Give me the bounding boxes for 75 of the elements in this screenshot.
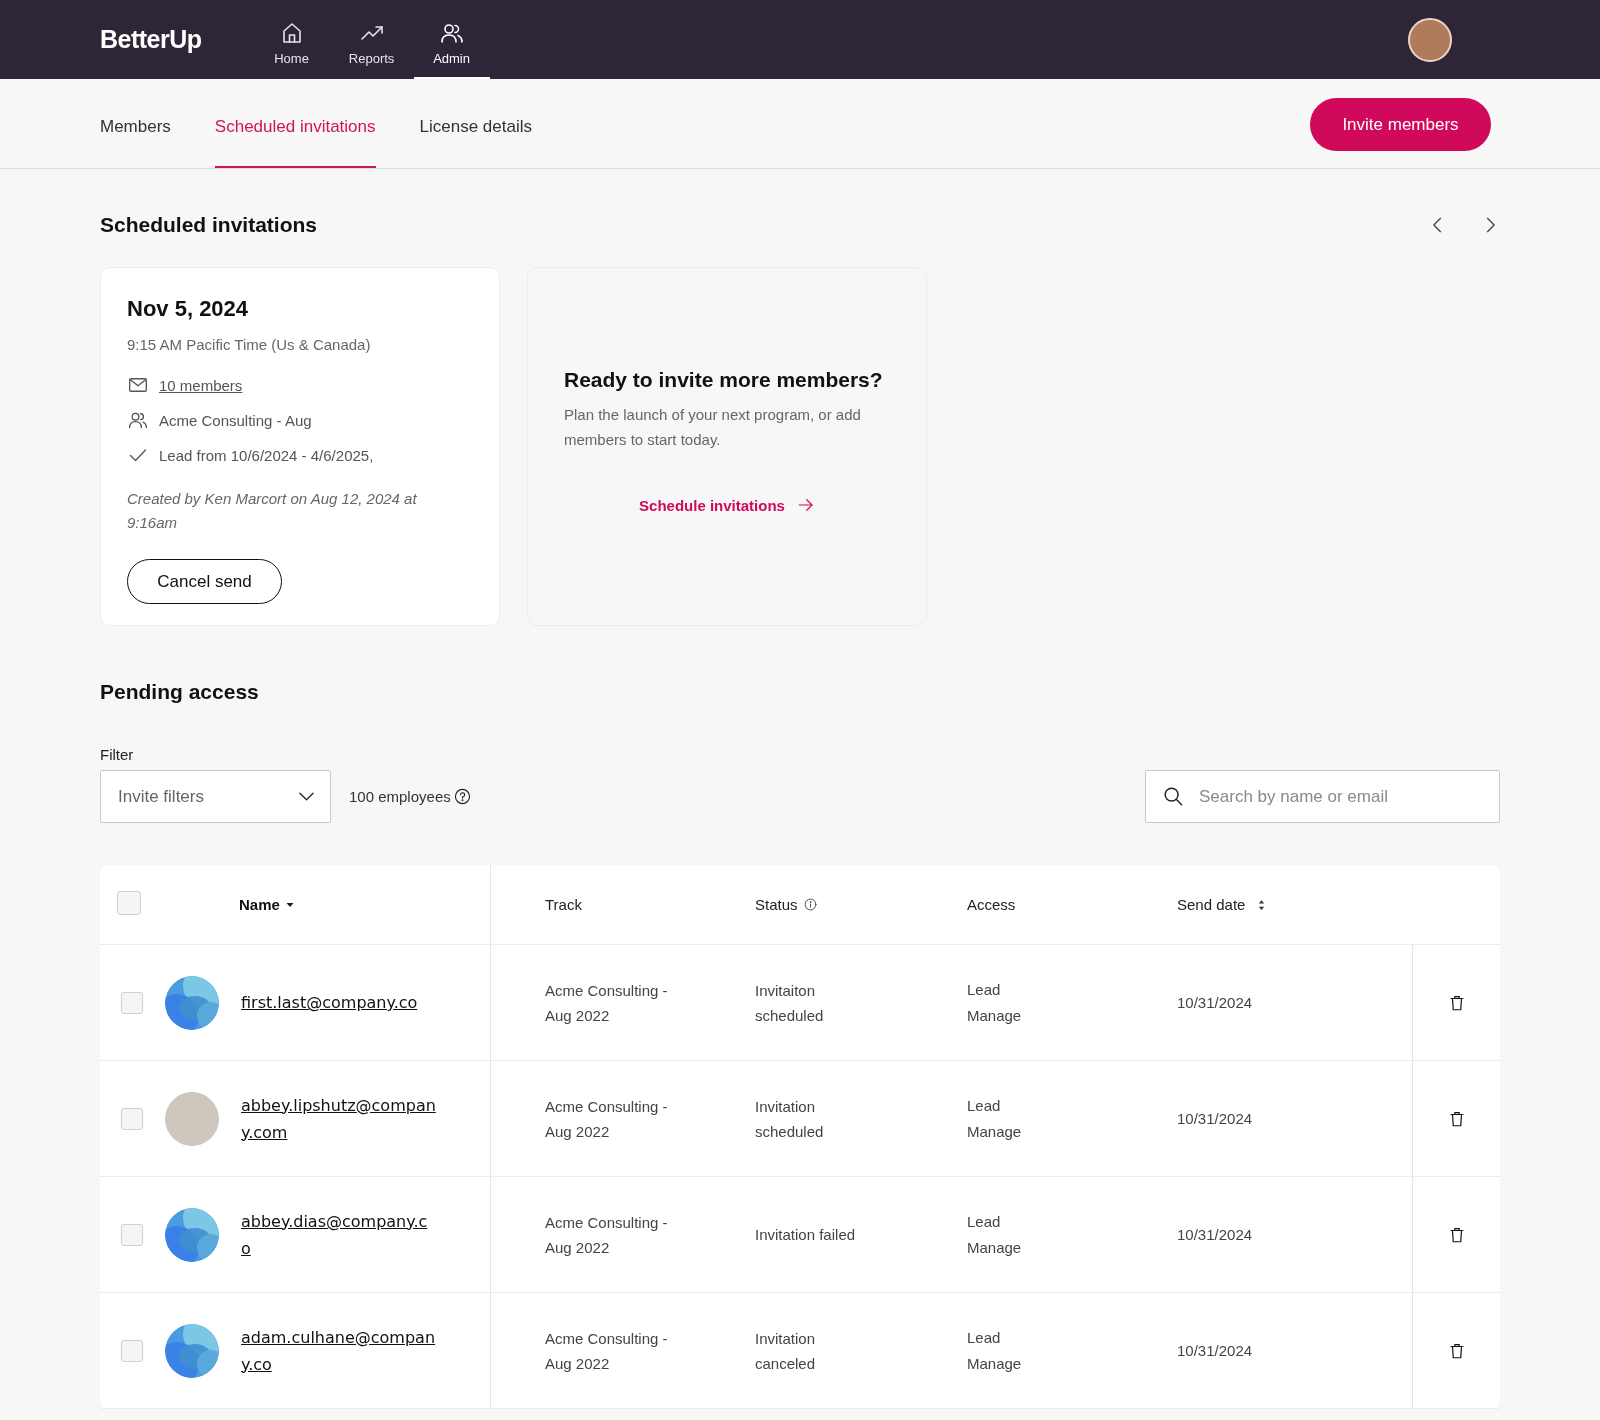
invite-members-button[interactable]: Invite members — [1310, 98, 1491, 151]
abstract-avatar-icon — [165, 1207, 219, 1262]
members-link[interactable]: 10 members — [159, 376, 243, 394]
column-header[interactable]: Send date — [1177, 896, 1246, 913]
table-cell-text: Invitaiton scheduled — [755, 980, 825, 1026]
detail-text: Lead from 10/6/2024 - 4/6/2025, — [159, 446, 374, 464]
filter-label: Filter — [100, 746, 135, 763]
tab[interactable]: License details — [419, 79, 532, 168]
arrow-right-icon — [796, 496, 815, 514]
column-header[interactable]: Name — [239, 896, 280, 913]
section-title: Pending access — [100, 680, 260, 704]
help-icon — [453, 788, 471, 805]
trash-icon[interactable] — [1447, 1225, 1466, 1244]
trash-icon[interactable] — [1447, 1341, 1466, 1360]
select-all-checkbox[interactable] — [117, 891, 141, 915]
schedule-invitations-link[interactable]: Schedule invitations — [639, 496, 815, 514]
tab[interactable]: Scheduled invitations — [214, 79, 376, 168]
email-link[interactable]: abbey.dias@company.co — [241, 1207, 436, 1262]
invitation-time: 9:15 AM Pacific Time (Us & Canada) — [127, 336, 372, 353]
table-cell-text: Invitation canceled — [755, 1328, 817, 1374]
people-icon — [127, 410, 149, 430]
cancel-send-button[interactable]: Cancel send — [127, 559, 282, 604]
table-cell-text: Lead — [967, 980, 1001, 1000]
search-icon — [1162, 785, 1184, 807]
photo-placeholder — [165, 1091, 219, 1146]
trash-icon[interactable] — [1447, 993, 1466, 1012]
email-link[interactable]: abbey.lipshutz@company.com — [241, 1091, 436, 1146]
email-link[interactable]: adam.culhane@company.co — [241, 1323, 436, 1378]
people-icon — [439, 21, 464, 45]
promo-text: Plan the launch of your next program, or add members to start today. — [564, 405, 862, 450]
user-avatar[interactable] — [1408, 17, 1452, 62]
row-checkbox[interactable] — [121, 1339, 143, 1362]
table-cell-text: Invitation scheduled — [755, 1096, 825, 1142]
table-cell-text: 10/31/2024 — [1177, 1341, 1253, 1361]
column-header: Track — [545, 896, 582, 913]
column-header: Status — [755, 896, 798, 913]
invitation-date: Nov 5, 2024 — [127, 296, 250, 322]
employee-count: 100 employees — [349, 788, 451, 805]
detail-text: Acme Consulting - Aug — [159, 411, 312, 429]
row-checkbox[interactable] — [121, 1107, 143, 1130]
logo[interactable]: BetterUp — [100, 25, 202, 54]
created-by-text: Created by Ken Marcort on Aug 12, 2024 at 9:16am — [127, 489, 418, 533]
search-field[interactable]: Search by name or email — [1145, 770, 1500, 823]
envelope-icon — [127, 375, 149, 395]
table-cell-text: Acme Consulting - Aug 2022 — [545, 1212, 669, 1258]
abstract-avatar-icon — [165, 975, 219, 1030]
table-cell-text: Acme Consulting - Aug 2022 — [545, 980, 669, 1026]
table-cell-text: 10/31/2024 — [1177, 1225, 1253, 1245]
invite-filters-dropdown[interactable]: Invite filters — [100, 770, 331, 823]
table-cell-text: Acme Consulting - Aug 2022 — [545, 1328, 669, 1374]
email-link[interactable]: first.last@company.co — [241, 989, 436, 1016]
table-cell-text: Invitation failed — [755, 1225, 857, 1245]
table-cell-text: 10/31/2024 — [1177, 1109, 1253, 1129]
table-cell-text: Acme Consulting - Aug 2022 — [545, 1096, 669, 1142]
chevron-down-icon — [299, 792, 314, 801]
tab[interactable]: Members — [100, 79, 171, 168]
table-cell-text: Manage — [967, 1354, 1022, 1374]
promo-title: Ready to invite more members? — [564, 368, 884, 392]
nav-item[interactable]: Admin — [413, 0, 490, 79]
table-cell-text: 10/31/2024 — [1177, 993, 1253, 1013]
nav-item[interactable]: Home — [253, 0, 330, 79]
table-cell-text: Lead — [967, 1212, 1001, 1232]
trash-icon[interactable] — [1447, 1109, 1466, 1128]
table-cell-text: Manage — [967, 1122, 1022, 1142]
abstract-avatar-icon — [165, 1323, 219, 1378]
column-header: Access — [967, 896, 1016, 913]
row-checkbox[interactable] — [121, 991, 143, 1014]
section-title: Scheduled invitations — [100, 213, 318, 237]
info-icon — [803, 898, 817, 911]
table-cell-text: Manage — [967, 1006, 1022, 1026]
table-cell-text: Lead — [967, 1096, 1001, 1116]
table-cell-text: Lead — [967, 1328, 1001, 1348]
row-checkbox[interactable] — [121, 1223, 143, 1246]
table-cell-text: Manage — [967, 1238, 1022, 1258]
nav-item[interactable]: Reports — [333, 0, 410, 79]
